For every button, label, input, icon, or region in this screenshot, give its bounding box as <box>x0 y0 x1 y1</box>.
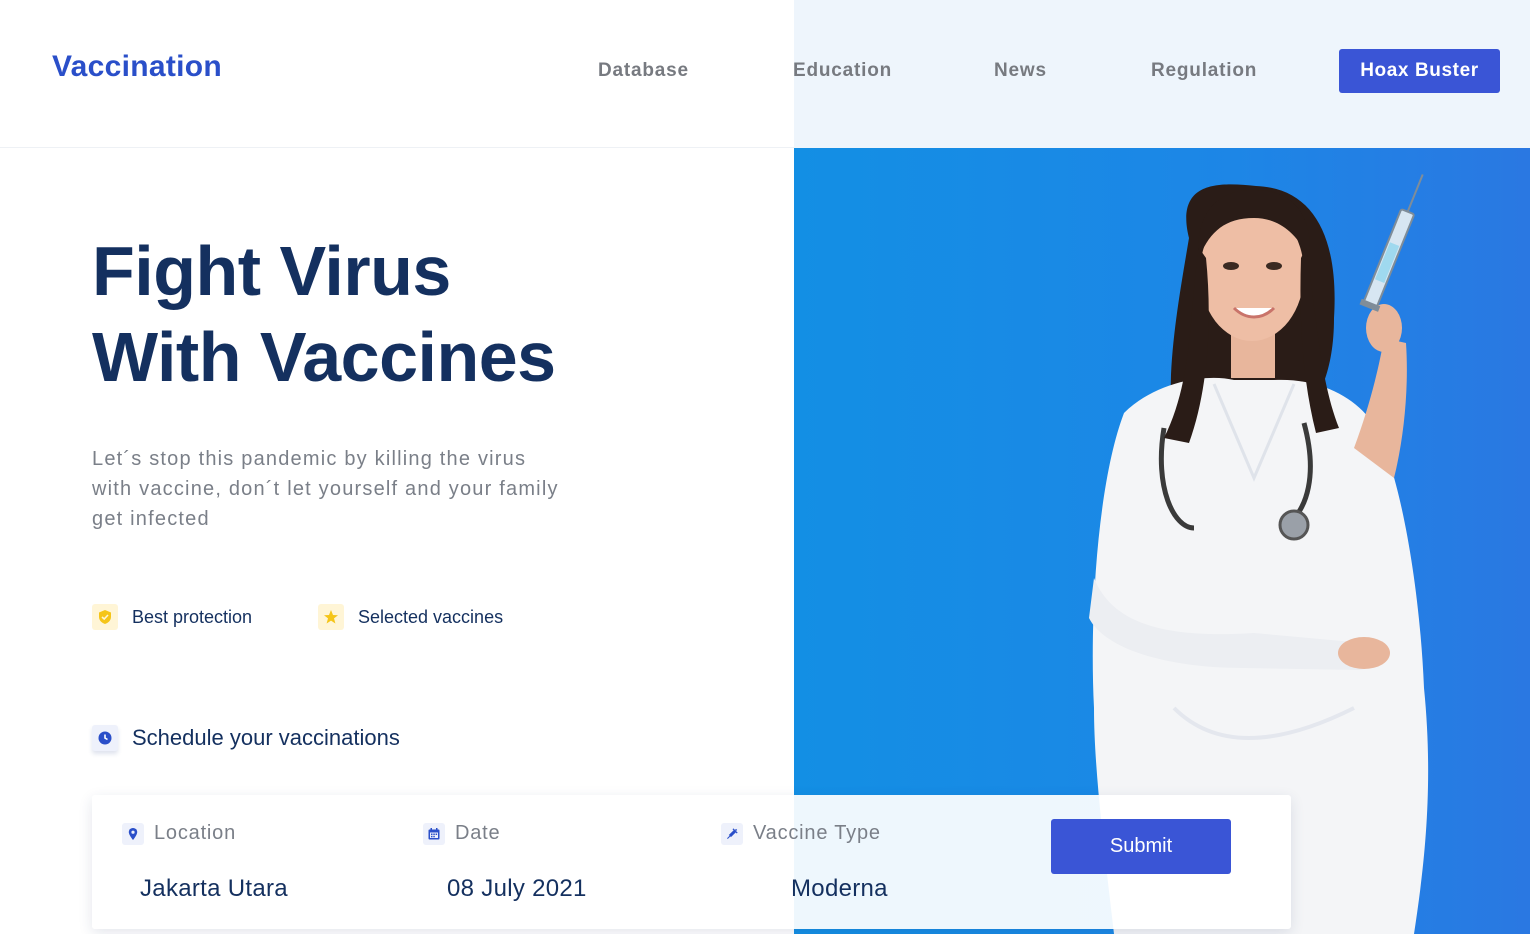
feature-label: Selected vaccines <box>358 606 504 627</box>
schedule-form: Location Jakarta Utara Date 08 July 2021… <box>92 795 1291 929</box>
submit-button[interactable]: Submit <box>1051 819 1231 874</box>
calendar-icon <box>423 822 445 845</box>
hero-title-line-1: Fight Virus <box>92 232 451 310</box>
vaccine-type-field[interactable]: Moderna <box>791 875 888 903</box>
hero-subtitle: Let´s stop this pandemic by killing the … <box>92 448 559 530</box>
shield-check-icon <box>92 604 118 630</box>
hero-title-line-2: With Vaccines <box>92 318 556 396</box>
nav-link-regulation[interactable]: Regulation <box>1151 60 1257 82</box>
clock-icon <box>92 725 118 751</box>
schedule-heading: Schedule your vaccinations <box>92 725 400 751</box>
feature-label: Best protection <box>132 606 253 627</box>
nav-link-education[interactable]: Education <box>793 60 892 82</box>
date-label-text: Date <box>455 822 501 844</box>
nav-link-news[interactable]: News <box>994 60 1047 82</box>
date-field[interactable]: 08 July 2021 <box>447 875 587 903</box>
logo[interactable]: Vaccination <box>52 50 222 84</box>
hoax-buster-button[interactable]: Hoax Buster <box>1339 49 1500 93</box>
location-label: Location <box>122 822 236 845</box>
star-icon <box>318 604 344 630</box>
location-field[interactable]: Jakarta Utara <box>140 875 288 903</box>
nav-link-database[interactable]: Database <box>598 60 689 82</box>
syringe-icon <box>721 822 743 845</box>
schedule-label: Schedule your vaccinations <box>132 725 400 750</box>
date-label: Date <box>423 822 500 845</box>
vaccine-type-label-text: Vaccine Type <box>753 822 881 844</box>
feature-best-protection: Best protection <box>92 604 252 630</box>
vaccine-type-label: Vaccine Type <box>721 822 881 845</box>
location-pin-icon <box>122 822 144 845</box>
feature-selected-vaccines: Selected vaccines <box>318 604 503 630</box>
nav-divider <box>0 147 794 148</box>
location-label-text: Location <box>154 822 237 844</box>
hero-title: Fight Virus With Vaccines <box>92 228 692 400</box>
